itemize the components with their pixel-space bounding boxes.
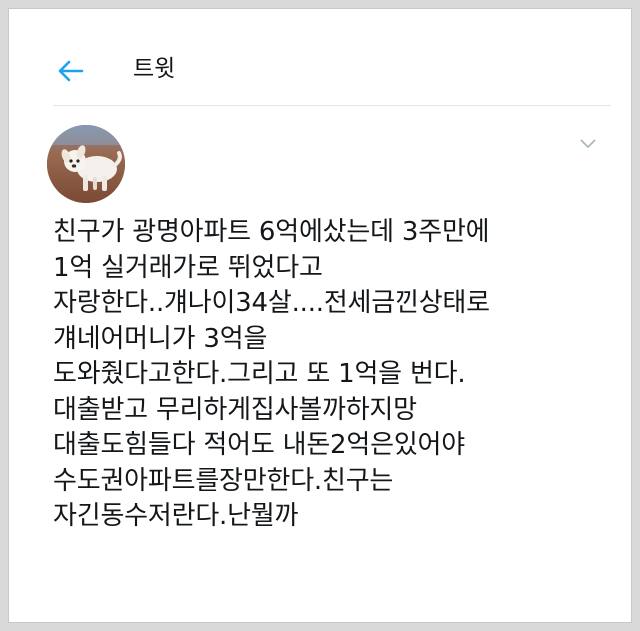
tweet-line: 도와줬다고한다.그리고 또 1억을 번다.	[53, 359, 466, 389]
app-bar: 트윗	[9, 9, 631, 105]
tweet-line: 걔네어머니가 3억을	[53, 323, 268, 354]
arrow-left-icon	[58, 60, 84, 82]
chevron-down-icon	[580, 139, 596, 148]
tweet-text: 친구가 광명아파트 6억에샀는데 3주만에 1억 실거래가로 뛰었다고 자랑한다…	[53, 215, 613, 535]
tweet-line: 1억 실거래가로 뛰었다고	[53, 252, 323, 283]
tweet-line: 자긴동수저란다.난뭘까	[53, 501, 299, 531]
tweet-line: 대출도힘들다 적어도 내돈2억은있어야	[53, 430, 465, 460]
tweet-line: 친구가 광명아파트 6억에샀는데 3주만에	[53, 217, 490, 247]
tweet-line: 대출받고 무리하게집사볼까하지망	[53, 394, 417, 425]
tweet-detail-screen: 트윗 친구가 광명아파트 6억에샀는데 3주만에 1억 실거래가로 뛰었다고 자…	[8, 8, 632, 623]
header-divider	[53, 105, 611, 106]
page-title: 트윗	[133, 56, 176, 82]
tweet-line: 자랑한다..걔나이34살....전세금낀상태로	[53, 288, 490, 318]
tweet-line: 수도권아파트를장만한다.친구는	[53, 465, 394, 496]
puppy-photo	[47, 125, 125, 203]
back-button[interactable]	[53, 53, 89, 89]
avatar[interactable]	[47, 125, 125, 203]
tweet-options-button[interactable]	[573, 133, 603, 155]
